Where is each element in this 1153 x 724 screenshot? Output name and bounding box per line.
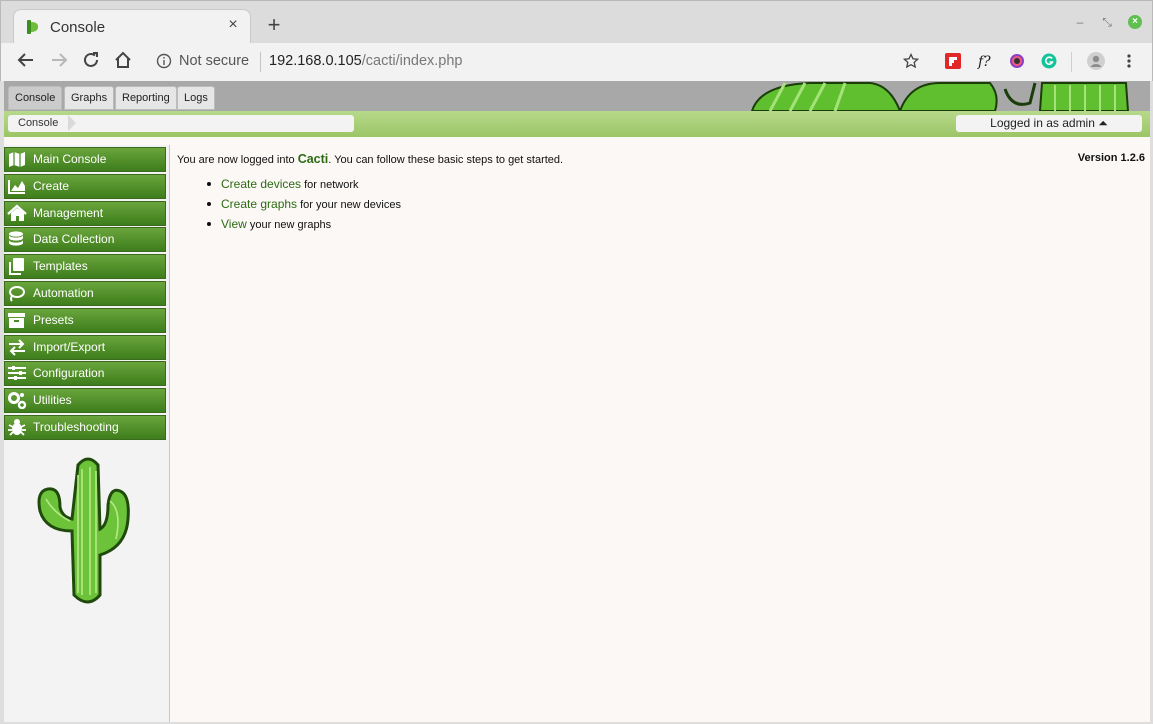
- view-graphs-link[interactable]: View: [221, 217, 247, 231]
- home-icon: [7, 204, 27, 221]
- sidebar-item-label: Utilities: [33, 393, 72, 408]
- lasso-icon: [9, 286, 25, 302]
- sidebar-item-presets[interactable]: Presets: [4, 307, 166, 333]
- sidebar-item-label: Configuration: [33, 366, 105, 381]
- logged-in-menu[interactable]: Logged in as admin ⏶: [956, 115, 1142, 132]
- formula-extension-icon[interactable]: f?: [977, 53, 993, 69]
- colorpicker-extension-icon[interactable]: [1009, 53, 1025, 69]
- sidebar-item-label: Main Console: [33, 152, 107, 166]
- breadcrumb-console[interactable]: Console: [18, 117, 58, 129]
- bug-icon: [8, 419, 26, 436]
- step-text: for your new devices: [297, 199, 401, 211]
- app-tabs-bar: Console Graphs Reporting Logs: [4, 81, 1150, 111]
- sidebar-item-main-console[interactable]: Main Console: [4, 147, 166, 172]
- browser-toolbar: Not secure 192.168.0.105/cacti/index.php…: [0, 43, 1153, 81]
- tab-close-icon[interactable]: ×: [224, 16, 242, 34]
- menu-kebab-icon[interactable]: [1121, 53, 1137, 69]
- cacti-logo: [37, 457, 130, 604]
- sidebar-item-label: Automation: [33, 286, 94, 300]
- sidebar-item-utilities[interactable]: Utilities: [4, 388, 166, 414]
- getting-started-list: Create devices for network Create graphs…: [207, 176, 401, 236]
- sidebar-item-label: Data Collection: [33, 232, 115, 247]
- sidebar-item-management[interactable]: Management: [4, 200, 166, 226]
- sidebar-item-import-export[interactable]: Import/Export: [4, 334, 166, 360]
- home-button-icon[interactable]: [112, 51, 134, 73]
- sidebar: Main Console Create Management Data Collect…: [4, 145, 170, 722]
- tab-title: Console: [50, 19, 106, 36]
- sidebar-item-configuration[interactable]: Configuration: [4, 361, 166, 387]
- sidebar-item-label: Troubleshooting: [33, 420, 119, 434]
- copy-icon: [9, 258, 24, 276]
- new-tab-icon[interactable]: +: [263, 14, 285, 36]
- breadcrumb: Console: [8, 115, 354, 132]
- address-bar[interactable]: 192.168.0.105/cacti/index.php: [269, 53, 463, 69]
- map-icon: [9, 152, 25, 167]
- intro-after: . You can follow these basic steps to ge…: [328, 154, 564, 166]
- sidebar-item-label: Presets: [33, 312, 74, 327]
- tab-reporting[interactable]: Reporting: [115, 86, 177, 110]
- create-devices-link[interactable]: Create devices: [221, 177, 301, 191]
- cacti-brand: Cacti: [297, 152, 329, 166]
- close-window-icon[interactable]: ×: [1128, 15, 1142, 29]
- create-graphs-link[interactable]: Create graphs: [221, 197, 297, 211]
- cogs-icon: [8, 392, 27, 410]
- step-text: your new graphs: [246, 219, 332, 231]
- breadcrumb-bar: Console Logged in as admin ⏶: [4, 111, 1150, 137]
- intro-text: You are now logged into Cacti. You can f…: [177, 152, 1147, 166]
- reload-icon[interactable]: [80, 51, 102, 73]
- forward-icon[interactable]: [48, 51, 70, 73]
- url-divider: [260, 52, 261, 72]
- sidebar-item-troubleshooting[interactable]: Troubleshooting: [4, 415, 166, 440]
- profile-avatar-icon[interactable]: [1087, 52, 1105, 70]
- sidebar-item-create[interactable]: Create: [4, 173, 166, 199]
- browser-titlebar: Console × + – ⤡ ×: [0, 0, 1153, 44]
- breadcrumb-arrow-icon: [68, 115, 76, 131]
- sliders-icon: [8, 366, 26, 381]
- browser-tab[interactable]: Console ×: [13, 9, 251, 44]
- cactus-banner-logo: [750, 82, 1130, 111]
- bookmark-star-icon[interactable]: [903, 53, 919, 69]
- tab-graphs[interactable]: Graphs: [64, 86, 115, 110]
- sidebar-item-data-collection[interactable]: Data Collection: [4, 227, 166, 253]
- list-item: Create graphs for your new devices: [207, 196, 401, 216]
- sidebar-item-label: Management: [33, 205, 104, 220]
- intro-before: You are now logged into: [177, 154, 298, 166]
- info-icon[interactable]: [156, 53, 172, 69]
- flipboard-extension-icon[interactable]: [945, 53, 961, 69]
- tab-console[interactable]: Console: [8, 86, 63, 110]
- step-text: for network: [301, 179, 359, 191]
- sidebar-item-label: Create: [33, 178, 70, 193]
- tab-logs[interactable]: Logs: [177, 86, 215, 110]
- sidebar-item-label: Templates: [33, 259, 88, 274]
- archive-icon: [8, 312, 25, 328]
- grammarly-extension-icon[interactable]: [1041, 53, 1057, 69]
- list-item: Create devices for network: [207, 176, 401, 196]
- not-secure-label[interactable]: Not secure: [179, 53, 249, 69]
- exchange-icon: [9, 338, 25, 356]
- sidebar-item-templates[interactable]: Templates: [4, 254, 166, 280]
- sidebar-item-automation[interactable]: Automation: [4, 281, 166, 306]
- database-icon: [9, 231, 23, 246]
- cacti-app: Console Graphs Reporting Logs Console Lo…: [4, 81, 1150, 722]
- url-host: 192.168.0.105: [269, 53, 362, 69]
- version-label: Version 1.2.6: [1077, 152, 1145, 164]
- sidebar-item-label: Import/Export: [33, 339, 106, 354]
- cacti-favicon-icon: [27, 20, 39, 34]
- chart-icon: [8, 179, 25, 194]
- minimize-icon[interactable]: –: [1073, 15, 1087, 29]
- restore-icon[interactable]: ⤡: [1100, 15, 1114, 29]
- svg-text:f?: f?: [977, 54, 991, 69]
- back-icon[interactable]: [15, 51, 37, 73]
- main-content: You are now logged into Cacti. You can f…: [177, 152, 1147, 231]
- url-path: /cacti/index.php: [361, 53, 463, 69]
- list-item: View your new graphs: [207, 216, 401, 236]
- toolbar-divider: [1071, 52, 1072, 72]
